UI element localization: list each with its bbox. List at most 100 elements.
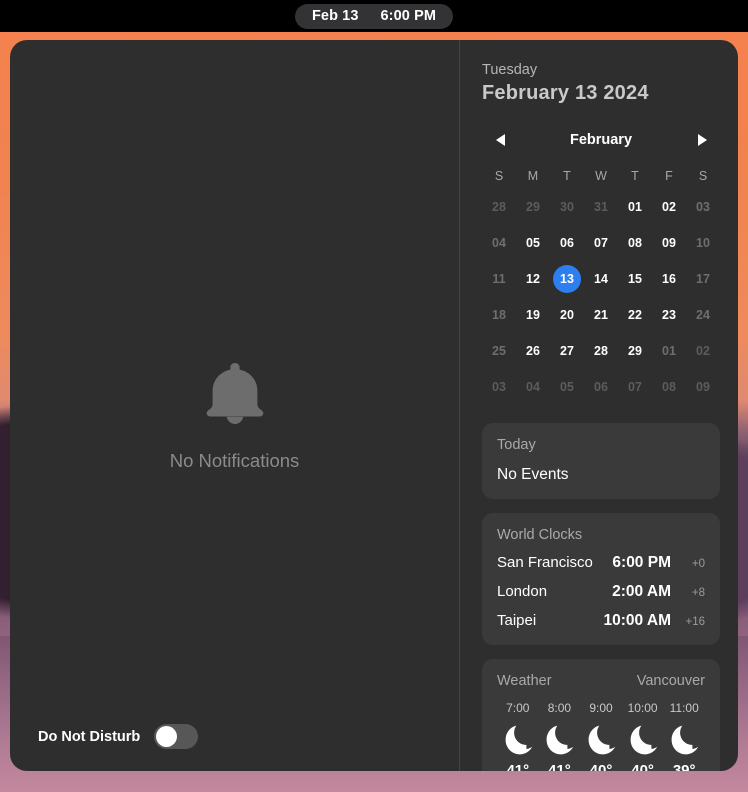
calendar-weekday-header: F [665, 169, 673, 183]
world-clock-city: London [497, 583, 548, 600]
weather-title: Weather [497, 673, 552, 689]
calendar-day[interactable]: 18 [482, 297, 516, 333]
world-clock-time: 2:00 AM [612, 583, 671, 600]
weather-hour-column: 9:00 40° [580, 701, 622, 771]
calendar-day[interactable]: 11 [482, 261, 516, 297]
calendar-day[interactable]: 14 [584, 261, 618, 297]
calendar-widget: February S M T W T F S 28 29 30 31 01 02 03 04 05 06 07 08… [482, 127, 720, 405]
calendar-day[interactable]: 03 [686, 189, 720, 225]
world-clock-offset: +0 [691, 558, 705, 570]
calendar-day[interactable]: 12 [516, 261, 550, 297]
calendar-day[interactable]: 22 [618, 297, 652, 333]
world-clock-row: San Francisco 6:00 PM +0 [497, 554, 705, 572]
weather-hour-temp: 41° [506, 762, 530, 771]
do-not-disturb-toggle[interactable] [154, 724, 199, 749]
calendar-day[interactable]: 25 [482, 333, 516, 369]
desktop-wallpaper: Feb 13 6:00 PM No Notifications Do Not D… [0, 0, 748, 792]
calendar-day[interactable]: 06 [550, 225, 584, 261]
world-clocks-title: World Clocks [497, 527, 583, 543]
calendar-day[interactable]: 20 [550, 297, 584, 333]
notifications-empty-state: No Notifications [10, 358, 459, 472]
weather-hour-column: 8:00 41° [539, 701, 581, 771]
menu-bar: Feb 13 6:00 PM [0, 0, 748, 32]
calendar-weekday-header: T [631, 169, 639, 183]
calendar-day[interactable]: 19 [516, 297, 550, 333]
do-not-disturb-label: Do Not Disturb [38, 728, 141, 745]
calendar-day[interactable]: 09 [652, 225, 686, 261]
calendar-day[interactable]: 06 [584, 369, 618, 405]
calendar-day[interactable]: 21 [584, 297, 618, 333]
date-header: Tuesday February 13 2024 [482, 62, 720, 105]
calendar-grid: S M T W T F S 28 29 30 31 01 02 03 04 05 06 07 08 09 10 11 12 1… [482, 163, 720, 405]
world-clocks-rows: San Francisco 6:00 PM +0 London 2:00 AM +8 Tai… [497, 554, 705, 630]
weather-city: Vancouver [636, 673, 705, 689]
calendar-day[interactable]: 08 [652, 369, 686, 405]
calendar-day[interactable]: 04 [482, 225, 516, 261]
weather-hourly-forecast: 7:00 41° 8:00 41° 9:00 40° 10:00 40° 11:00 3… [497, 701, 705, 771]
calendar-day[interactable]: 29 [516, 189, 550, 225]
menubar-clock[interactable]: Feb 13 6:00 PM [294, 3, 454, 29]
weather-hour-column: 7:00 41° [497, 701, 539, 771]
events-card-title: Today [497, 437, 536, 453]
weather-hour-temp: 41° [548, 762, 571, 771]
weather-hour-time: 11:00 [669, 701, 699, 715]
calendar-day[interactable]: 01 [618, 189, 652, 225]
calendar-day[interactable]: 09 [686, 369, 720, 405]
calendar-day[interactable]: 02 [686, 333, 720, 369]
calendar-day[interactable]: 28 [482, 189, 516, 225]
world-clock-row: Taipei 10:00 AM +16 [497, 612, 705, 630]
world-clock-offset: +16 [685, 616, 705, 628]
chevron-left-icon[interactable] [490, 130, 510, 150]
weather-hour-time: 7:00 [506, 701, 530, 715]
weather-hour-time: 8:00 [547, 701, 572, 715]
calendar-day[interactable]: 30 [550, 189, 584, 225]
calendar-weekday-header: M [527, 169, 539, 183]
calendar-day[interactable]: 05 [550, 369, 584, 405]
calendar-day[interactable]: 05 [516, 225, 550, 261]
date-full: February 13 2024 [482, 82, 649, 104]
crescent-moon-icon [669, 722, 699, 756]
notifications-column: No Notifications Do Not Disturb [10, 40, 459, 771]
calendar-nav: February [482, 127, 720, 153]
menubar-clock-date: Feb 13 [311, 7, 359, 24]
calendar-day[interactable]: 03 [482, 369, 516, 405]
calendar-weekday-header: T [563, 169, 571, 183]
calendar-day[interactable]: 17 [686, 261, 720, 297]
chevron-right-icon[interactable] [692, 130, 712, 150]
calendar-day[interactable]: 29 [618, 333, 652, 369]
calendar-day[interactable]: 16 [652, 261, 686, 297]
weather-hour-temp: 39° [672, 762, 696, 771]
crescent-moon-icon [503, 722, 533, 756]
calendar-day[interactable]: 24 [686, 297, 720, 333]
calendar-day[interactable]: 23 [652, 297, 686, 333]
calendar-day[interactable]: 15 [618, 261, 652, 297]
do-not-disturb-toggle-knob [156, 726, 178, 747]
no-notifications-label: No Notifications [169, 450, 300, 471]
calendar-weekday-header: W [595, 169, 607, 183]
calendar-day[interactable]: 10 [686, 225, 720, 261]
calendar-day[interactable]: 01 [652, 333, 686, 369]
calendar-day[interactable]: 26 [516, 333, 550, 369]
weather-hour-time: 9:00 [589, 701, 613, 715]
events-card-body: No Events [497, 466, 569, 483]
calendar-day[interactable]: 07 [618, 369, 652, 405]
notification-center-panel: No Notifications Do Not Disturb Tuesday … [10, 40, 738, 771]
calendar-day[interactable]: 02 [652, 189, 686, 225]
weather-hour-temp: 40° [589, 762, 613, 771]
calendar-day[interactable]: 04 [516, 369, 550, 405]
calendar-day[interactable]: 31 [584, 189, 618, 225]
world-clock-city: Taipei [497, 612, 537, 629]
calendar-day[interactable]: 08 [618, 225, 652, 261]
date-weekday: Tuesday [482, 62, 538, 78]
weather-hour-temp: 40° [631, 762, 654, 771]
calendar-day[interactable]: 07 [584, 225, 618, 261]
world-clock-time: 6:00 PM [612, 554, 671, 571]
calendar-day[interactable]: 27 [550, 333, 584, 369]
calendar-day[interactable]: 28 [584, 333, 618, 369]
calendar-weekday-header: S [698, 169, 708, 183]
bell-icon [203, 358, 267, 428]
crescent-moon-icon [586, 722, 616, 756]
crescent-moon-icon [544, 722, 574, 756]
calendar-weekday-header: S [494, 169, 504, 183]
calendar-day-selected[interactable]: 13 [550, 261, 584, 297]
